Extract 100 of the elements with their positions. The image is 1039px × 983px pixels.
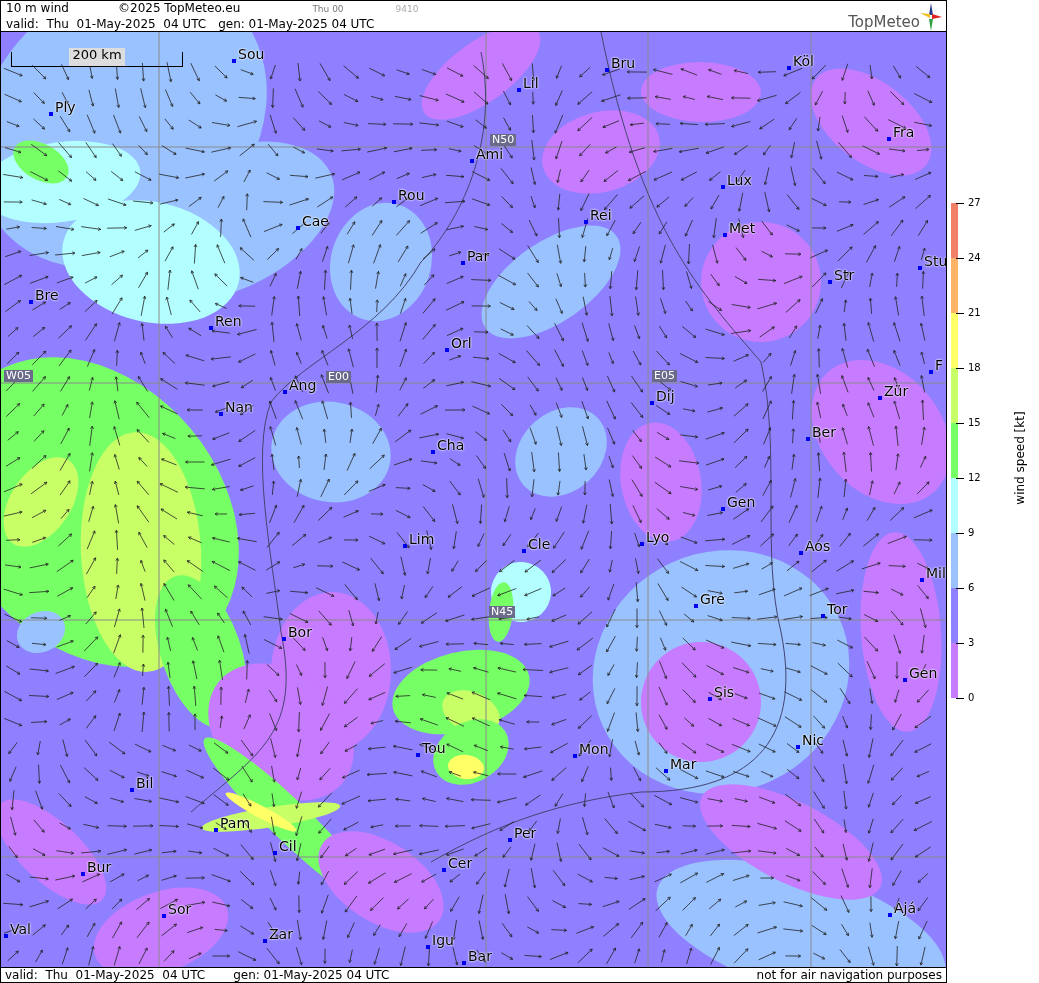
grid-label: W05 — [4, 370, 33, 382]
city-marker — [929, 370, 933, 374]
city-marker — [721, 507, 725, 511]
copyright-text: ©2025 TopMeteo.eu — [118, 1, 241, 16]
city-label: Per — [514, 826, 537, 840]
city-label: Gen — [727, 495, 756, 509]
city-marker — [29, 300, 33, 304]
city-marker — [426, 945, 430, 949]
city-label: Cil — [279, 839, 297, 853]
tick-label: 0 — [968, 691, 975, 705]
time-code: Thu 00 — [312, 3, 344, 16]
city-marker — [878, 396, 882, 400]
city-label: Tor — [827, 602, 848, 616]
tick-mark — [956, 368, 964, 369]
grid-label: E00 — [326, 371, 351, 383]
city-marker — [806, 437, 810, 441]
tick-mark — [956, 478, 964, 479]
tick-label: 12 — [968, 471, 981, 485]
city-label: Nic — [802, 733, 825, 747]
city-label: Cer — [448, 856, 473, 870]
tick-mark — [956, 643, 964, 644]
tick-mark — [956, 258, 964, 259]
city-label: Igu — [432, 933, 454, 947]
city-label: Lim — [409, 532, 435, 546]
city-label: Met — [729, 221, 756, 235]
city-label: Cae — [302, 214, 329, 228]
city-marker — [664, 769, 668, 773]
city-label: Bru — [611, 56, 636, 70]
map-code: 9410 — [395, 3, 419, 16]
city-label: Str — [834, 268, 855, 282]
city-marker — [81, 872, 85, 876]
city-label: Bor — [288, 625, 312, 639]
city-label: Sou — [238, 47, 265, 61]
city-marker — [796, 745, 800, 749]
city-marker — [799, 551, 803, 555]
city-marker — [918, 266, 922, 270]
grid-label: N45 — [489, 606, 516, 618]
city-label: Dij — [656, 389, 675, 403]
city-marker — [162, 914, 166, 918]
city-marker — [605, 68, 609, 72]
city-label: Rei — [590, 208, 612, 222]
city-label: Orl — [451, 336, 472, 350]
city-label: Bar — [468, 949, 492, 963]
city-marker — [573, 754, 577, 758]
tick-mark — [956, 588, 964, 589]
grid-label: N50 — [490, 134, 517, 146]
city-label: Ang — [289, 378, 317, 392]
city-marker — [517, 88, 521, 92]
disclaimer-text: not for air navigation purposes — [756, 968, 942, 982]
city-marker — [219, 412, 223, 416]
city-label: Aos — [805, 539, 831, 553]
city-marker — [403, 544, 407, 548]
city-marker — [4, 934, 8, 938]
city-label: Lil — [523, 76, 539, 90]
city-marker — [708, 697, 712, 701]
city-marker — [887, 137, 891, 141]
city-label: Zür — [884, 384, 909, 398]
city-marker — [416, 753, 420, 757]
city-label: Mil — [926, 566, 946, 580]
city-label: F — [935, 358, 944, 372]
tick-label: 3 — [968, 636, 975, 650]
city-label: Bre — [35, 288, 59, 302]
city-label: Mar — [670, 757, 697, 771]
logo-text: TopMeteo — [848, 13, 920, 31]
tick-mark — [956, 313, 964, 314]
valid-time: valid: Thu 01-May-2025 04 UTC — [6, 17, 207, 32]
city-label: Bur — [87, 860, 112, 874]
city-marker — [296, 226, 300, 230]
city-marker — [431, 450, 435, 454]
grid-label: E05 — [652, 370, 677, 382]
tick-label: 24 — [968, 251, 981, 265]
tick-label: 21 — [968, 306, 981, 320]
city-marker — [462, 961, 466, 965]
city-label: Sis — [714, 685, 735, 699]
city-label: Zar — [269, 927, 293, 941]
tick-label: 9 — [968, 526, 975, 540]
scale-label: 200 km — [69, 48, 125, 66]
city-marker — [273, 851, 277, 855]
city-label: Cle — [528, 537, 551, 551]
tick-mark — [956, 203, 964, 204]
tick-mark — [956, 423, 964, 424]
city-label: Par — [467, 249, 490, 263]
city-label: Köl — [793, 54, 814, 68]
city-marker — [470, 159, 474, 163]
city-label: Ber — [812, 425, 836, 439]
city-marker — [821, 614, 825, 618]
tick-mark — [956, 533, 964, 534]
city-marker — [640, 542, 644, 546]
city-marker — [283, 390, 287, 394]
city-marker — [445, 348, 449, 352]
tick-label: 15 — [968, 416, 981, 430]
city-label: Ami — [476, 147, 504, 161]
city-label: Lyo — [646, 530, 670, 544]
city-marker — [787, 66, 791, 70]
tick-label: 18 — [968, 361, 981, 375]
city-marker — [461, 261, 465, 265]
city-label: Lux — [727, 173, 752, 187]
generated-time: gen: 01-May-2025 04 UTC — [218, 17, 375, 32]
city-marker — [920, 578, 924, 582]
legend-title: wind speed [kt] — [1013, 411, 1027, 505]
